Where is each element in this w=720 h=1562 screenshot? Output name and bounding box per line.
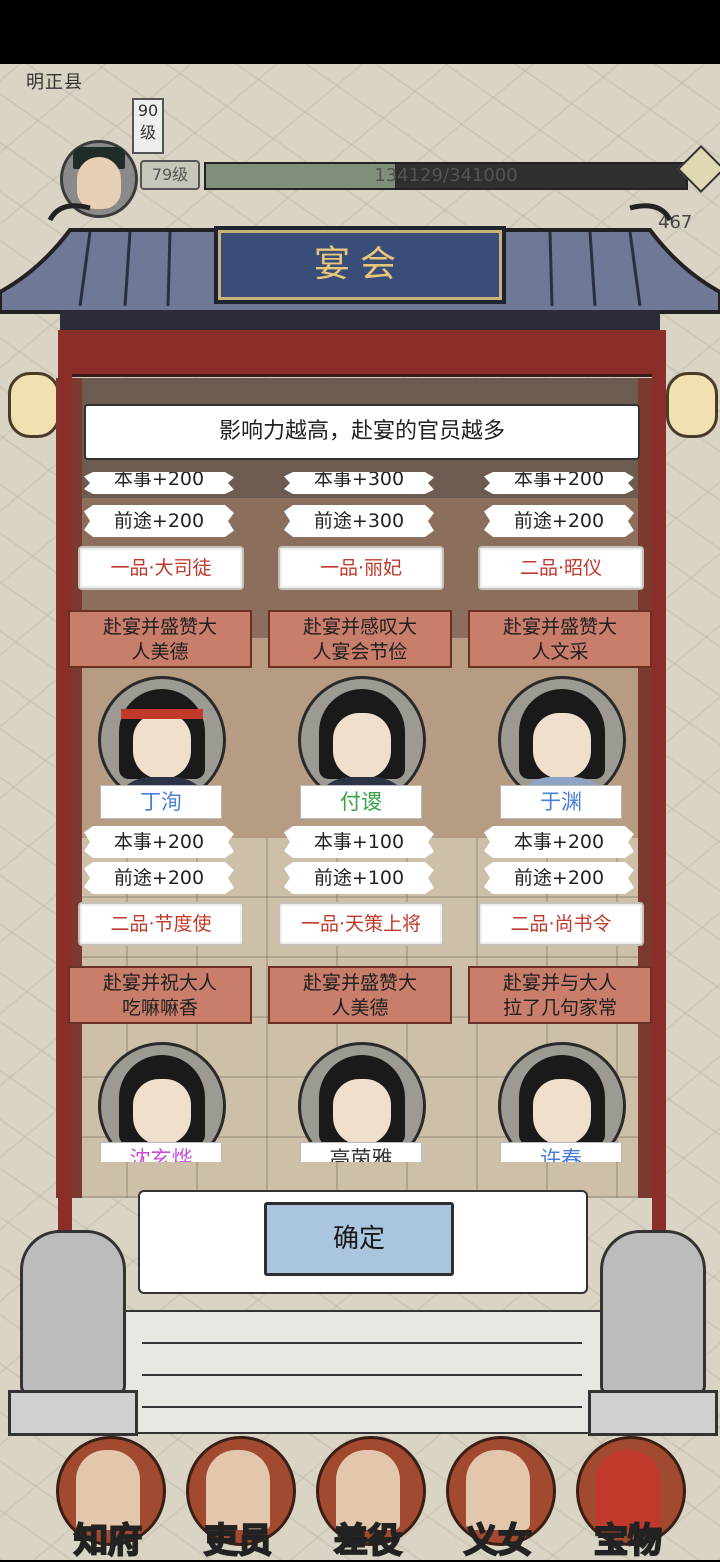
xp-bar: 134129/341000: [204, 162, 688, 190]
prospect-stat: 前途+300: [284, 505, 434, 537]
ability-stat: 本事+300: [284, 472, 434, 494]
rank-label: 二品·尚书令: [478, 902, 644, 946]
guest-name: 许春: [500, 1142, 622, 1162]
ability-stat: 本事+200: [84, 472, 234, 494]
headband-icon: [121, 709, 203, 719]
guest-comment: 赴宴并祝大人 吃嘛嘛香: [68, 966, 252, 1024]
stone-lion-icon: [20, 1230, 126, 1396]
rank-label: 一品·天策上将: [278, 902, 444, 946]
influence-hint: 影响力越高，赴宴的官员越多: [84, 404, 640, 460]
xp-text: 134129/341000: [374, 165, 518, 186]
rank-label: 一品·大司徒: [78, 546, 244, 590]
guest-name: 丁洵: [100, 785, 222, 819]
prospect-stat: 前途+200: [84, 862, 234, 894]
lantern-icon: [666, 372, 718, 438]
guest-name: 沈玄烨: [100, 1142, 222, 1162]
dialog-title-plaque: 宴会: [214, 226, 506, 304]
guest-name: 高茵雅: [300, 1142, 422, 1162]
confirm-button[interactable]: 确定: [264, 1202, 454, 1276]
player-level: 79级: [140, 160, 200, 190]
prospect-stat: 前途+200: [84, 505, 234, 537]
prospect-stat: 前途+200: [484, 862, 634, 894]
ability-stat: 本事+200: [84, 826, 234, 858]
tab-prefect[interactable]: 知府: [46, 1432, 170, 1562]
tab-adopted-daughter[interactable]: 义女: [436, 1432, 560, 1562]
tab-treasures[interactable]: 宝物: [566, 1432, 690, 1562]
tab-clerks[interactable]: 吏员: [176, 1432, 300, 1562]
lion-pedestal: [8, 1390, 138, 1436]
rank-label: 二品·昭仪: [478, 546, 644, 590]
stone-lion-icon: [600, 1230, 706, 1396]
guest-comment: 赴宴并感叹大 人宴会节俭: [268, 610, 452, 668]
ability-stat: 本事+200: [484, 826, 634, 858]
rank-label: 二品·节度使: [78, 902, 244, 946]
tab-runners[interactable]: 差役: [306, 1432, 430, 1562]
ability-stat: 本事+200: [484, 472, 634, 494]
guest-name: 付谡: [300, 785, 422, 819]
prospect-stat: 前途+200: [484, 505, 634, 537]
guest-comment: 赴宴并盛赞大 人文采: [468, 610, 652, 668]
lantern-icon: [8, 372, 60, 438]
dialog-title: 宴会: [313, 244, 406, 285]
next-level-badge: 90级: [132, 98, 164, 154]
ability-stat: 本事+100: [284, 826, 434, 858]
county-name: 明正县: [26, 72, 83, 93]
guest-row-clipped: 沈玄烨 高茵雅 许春: [56, 1030, 664, 1162]
rank-label: 一品·丽妃: [278, 546, 444, 590]
guest-comment: 赴宴并盛赞大 人美德: [268, 966, 452, 1024]
guest-comment: 赴宴并盛赞大 人美德: [68, 610, 252, 668]
guest-name: 于渊: [500, 785, 622, 819]
gate-steps: [120, 1310, 604, 1434]
guest-comment: 赴宴并与大人 拉了几句家常: [468, 966, 652, 1024]
prospect-stat: 前途+100: [284, 862, 434, 894]
lion-pedestal: [588, 1390, 718, 1436]
